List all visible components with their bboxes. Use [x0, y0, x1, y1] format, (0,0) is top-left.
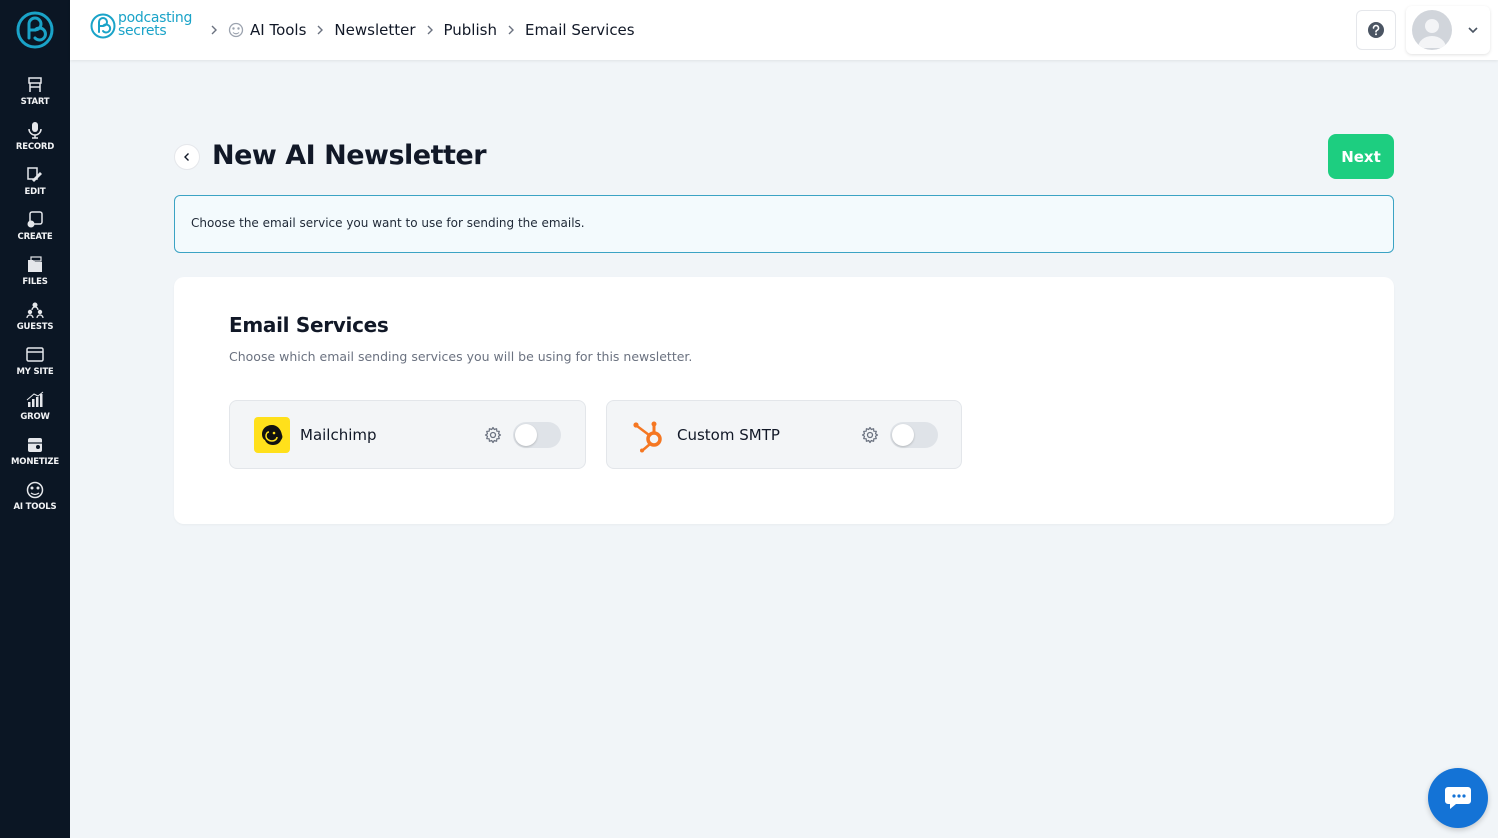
chevron-right-icon: [204, 18, 224, 42]
brand-text: podcasting secrets: [118, 11, 192, 39]
breadcrumb-newsletter[interactable]: Newsletter: [330, 21, 419, 39]
toggle-knob: [515, 424, 537, 446]
avatar: [1412, 10, 1452, 50]
sidebar-item-files[interactable]: FILES: [0, 256, 70, 298]
sidebar-item-create[interactable]: CREATE: [0, 211, 70, 253]
microphone-icon: [28, 122, 42, 139]
sidebar-item-label: AI TOOLS: [13, 502, 57, 512]
sidebar-item-label: MY SITE: [16, 367, 54, 377]
site-icon: [26, 347, 44, 362]
sidebar-item-my-site[interactable]: MY SITE: [0, 346, 70, 388]
chevron-left-icon: [184, 153, 189, 161]
edit-icon: [27, 167, 42, 182]
service-card-mailchimp: Mailchimp: [229, 400, 586, 469]
sidebar-item-label: EDIT: [24, 187, 46, 197]
service-card-custom-smtp: Custom SMTP: [606, 400, 962, 469]
gear-icon[interactable]: [484, 426, 502, 444]
gear-icon[interactable]: [861, 426, 879, 444]
help-button[interactable]: [1356, 10, 1396, 50]
sidebar-item-label: FILES: [22, 277, 48, 287]
ai-tools-icon: [228, 22, 244, 38]
chevron-right-icon: [310, 18, 330, 42]
chat-launcher-button[interactable]: [1428, 768, 1488, 828]
brand-logo[interactable]: podcasting secrets: [88, 10, 200, 42]
service-name: Mailchimp: [300, 426, 377, 444]
mailchimp-toggle[interactable]: [513, 422, 561, 448]
sidebar-item-guests[interactable]: GUESTS: [0, 301, 70, 343]
sidebar-item-ai-tools[interactable]: AI TOOLS: [0, 481, 70, 523]
sidebar-item-label: GROW: [20, 412, 50, 422]
section-title: Email Services: [229, 313, 389, 337]
breadcrumb-publish[interactable]: Publish: [440, 21, 501, 39]
breadcrumb-ai-tools[interactable]: AI Tools: [246, 21, 310, 39]
guests-icon: [26, 302, 44, 319]
next-button[interactable]: Next: [1328, 134, 1394, 179]
ai-tools-icon: [26, 481, 44, 499]
chevron-right-icon: [420, 18, 440, 42]
sidebar-item-label: CREATE: [17, 232, 53, 242]
back-button[interactable]: [174, 144, 200, 170]
create-icon: [27, 211, 43, 228]
page-title: New AI Newsletter: [212, 140, 487, 171]
sidebar-item-monetize[interactable]: MONETIZE: [0, 436, 70, 478]
info-banner: Choose the email service you want to use…: [174, 195, 1394, 253]
sidebar-item-edit[interactable]: EDIT: [0, 166, 70, 208]
sidebar-item-label: RECORD: [15, 142, 55, 152]
breadcrumb: AI Tools Newsletter Publish Email Servic…: [204, 18, 639, 42]
help-icon: [1368, 22, 1384, 38]
custom-smtp-toggle[interactable]: [890, 422, 938, 448]
breadcrumb-email-services: Email Services: [524, 21, 635, 39]
user-menu[interactable]: [1406, 6, 1490, 54]
sidebar-item-label: MONETIZE: [11, 457, 59, 467]
sidebar-item-label: GUESTS: [16, 322, 54, 332]
top-header: podcasting secrets AI Tools Newsletter P…: [70, 0, 1498, 60]
podcasting-secrets-logo-icon[interactable]: [15, 10, 55, 50]
section-subtitle: Choose which email sending services you …: [229, 349, 693, 364]
service-name: Custom SMTP: [677, 426, 780, 444]
brand-line-2: secrets: [118, 23, 167, 39]
sidebar-item-grow[interactable]: GROW: [0, 391, 70, 433]
sidebar-item-start[interactable]: START: [0, 76, 70, 118]
toggle-knob: [892, 424, 914, 446]
brand-mark-icon: [90, 13, 116, 39]
grow-icon: [26, 391, 44, 407]
chat-icon: [1445, 787, 1471, 809]
sidebar: START RECORD EDIT CREATE FILES GUESTS MY…: [0, 0, 70, 838]
sidebar-item-record[interactable]: RECORD: [0, 121, 70, 163]
files-icon: [28, 256, 42, 272]
chevron-down-icon: [1468, 27, 1478, 34]
start-icon: [28, 77, 42, 92]
hubspot-icon: [633, 421, 662, 453]
email-services-card: Email Services Choose which email sendin…: [174, 277, 1394, 524]
monetize-icon: [28, 438, 42, 452]
chevron-right-icon: [501, 18, 521, 42]
mailchimp-icon: [254, 417, 290, 453]
sidebar-item-label: START: [20, 97, 50, 107]
